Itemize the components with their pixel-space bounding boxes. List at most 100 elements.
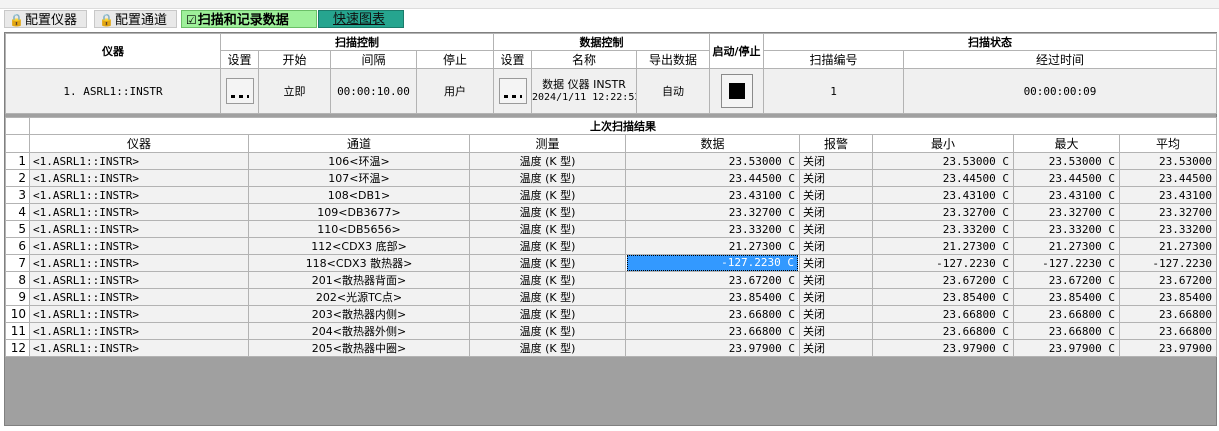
avg-cell[interactable]: 23.85400	[1119, 288, 1217, 306]
measurement-cell[interactable]: 温度 (K 型)	[469, 254, 626, 272]
data-cell[interactable]: 23.85400 C	[625, 288, 800, 306]
table-row[interactable]: 7 <1.ASRL1::INSTR> 118<CDX3 散热器> 温度 (K 型) -1…	[5, 254, 1217, 272]
data-cell[interactable]: 23.32700 C	[625, 203, 800, 221]
avg-cell[interactable]: 23.53000	[1119, 152, 1217, 170]
instrument-cell[interactable]: <1.ASRL1::INSTR>	[29, 186, 249, 204]
export-value[interactable]: 自动	[636, 68, 710, 114]
avg-cell[interactable]: 23.43100	[1119, 186, 1217, 204]
avg-cell[interactable]: 23.44500	[1119, 169, 1217, 187]
min-cell[interactable]: 23.32700 C	[872, 203, 1014, 221]
instrument-cell[interactable]: <1.ASRL1::INSTR>	[29, 152, 249, 170]
stop-button[interactable]	[720, 74, 753, 108]
min-cell[interactable]: 23.66800 C	[872, 322, 1014, 340]
alarm-cell[interactable]: 关闭	[799, 339, 873, 357]
row-number[interactable]: 8	[5, 271, 30, 289]
data-cell[interactable]: 23.43100 C	[625, 186, 800, 204]
instrument-cell[interactable]: <1.ASRL1::INSTR>	[29, 339, 249, 357]
max-cell[interactable]: 23.43100 C	[1013, 186, 1120, 204]
measurement-cell[interactable]: 温度 (K 型)	[469, 203, 626, 221]
measurement-cell[interactable]: 温度 (K 型)	[469, 322, 626, 340]
alarm-cell[interactable]: 关闭	[799, 220, 873, 238]
max-cell[interactable]: 23.32700 C	[1013, 203, 1120, 221]
instrument-cell[interactable]: <1.ASRL1::INSTR>	[29, 237, 249, 255]
data-cell[interactable]: 23.67200 C	[625, 271, 800, 289]
col-avg[interactable]: 平均	[1119, 134, 1217, 153]
alarm-cell[interactable]: 关闭	[799, 305, 873, 323]
tab-quick-chart[interactable]: 快速图表	[318, 10, 404, 28]
table-row[interactable]: 10 <1.ASRL1::INSTR> 203<散热器内侧> 温度 (K 型) 23.6…	[5, 305, 1217, 323]
alarm-cell[interactable]: 关闭	[799, 271, 873, 289]
data-cell[interactable]: 23.33200 C	[625, 220, 800, 238]
instrument-cell[interactable]: <1.ASRL1::INSTR>	[29, 271, 249, 289]
min-cell[interactable]: 23.43100 C	[872, 186, 1014, 204]
avg-cell[interactable]: 23.66800	[1119, 305, 1217, 323]
channel-cell[interactable]: 202<光源TC点>	[248, 288, 470, 306]
avg-cell[interactable]: 23.97900	[1119, 339, 1217, 357]
table-row[interactable]: 1 <1.ASRL1::INSTR> 106<环温> 温度 (K 型) 23.53000…	[5, 152, 1217, 170]
col-measurement[interactable]: 测量	[469, 134, 626, 153]
min-cell[interactable]: 21.27300 C	[872, 237, 1014, 255]
instrument-cell[interactable]: <1.ASRL1::INSTR>	[29, 254, 249, 272]
instrument-cell[interactable]: <1.ASRL1::INSTR>	[29, 203, 249, 221]
row-number[interactable]: 11	[5, 322, 30, 340]
instrument-cell[interactable]: <1.ASRL1::INSTR>	[29, 288, 249, 306]
data-cell[interactable]: 23.44500 C	[625, 169, 800, 187]
data-cell[interactable]: 23.97900 C	[625, 339, 800, 357]
table-row[interactable]: 9 <1.ASRL1::INSTR> 202<光源TC点> 温度 (K 型) 23.85…	[5, 288, 1217, 306]
row-number[interactable]: 4	[5, 203, 30, 221]
data-cell[interactable]: 23.53000 C	[625, 152, 800, 170]
channel-cell[interactable]: 106<环温>	[248, 152, 470, 170]
max-cell[interactable]: -127.2230 C	[1013, 254, 1120, 272]
table-row[interactable]: 11 <1.ASRL1::INSTR> 204<散热器外侧> 温度 (K 型) 23.6…	[5, 322, 1217, 340]
measurement-cell[interactable]: 温度 (K 型)	[469, 288, 626, 306]
tab-configure-instrument[interactable]: 🔒配置仪器	[4, 10, 87, 28]
table-row[interactable]: 12 <1.ASRL1::INSTR> 205<散热器中圈> 温度 (K 型) 23.9…	[5, 339, 1217, 357]
scan-setup-button[interactable]	[225, 78, 254, 104]
min-cell[interactable]: 23.67200 C	[872, 271, 1014, 289]
row-number[interactable]: 9	[5, 288, 30, 306]
channel-cell[interactable]: 205<散热器中圈>	[248, 339, 470, 357]
row-number[interactable]: 7	[5, 254, 30, 272]
data-setup-button[interactable]	[498, 78, 527, 104]
row-number[interactable]: 10	[5, 305, 30, 323]
start-value[interactable]: 立即	[258, 68, 331, 114]
channel-cell[interactable]: 203<散热器内侧>	[248, 305, 470, 323]
table-row[interactable]: 4 <1.ASRL1::INSTR> 109<DB3677> 温度 (K 型) 23.3…	[5, 203, 1217, 221]
selected-data-value[interactable]: -127.2230 C	[627, 255, 798, 271]
measurement-cell[interactable]: 温度 (K 型)	[469, 339, 626, 357]
col-alarm[interactable]: 报警	[799, 134, 873, 153]
alarm-cell[interactable]: 关闭	[799, 203, 873, 221]
measurement-cell[interactable]: 温度 (K 型)	[469, 237, 626, 255]
alarm-cell[interactable]: 关闭	[799, 237, 873, 255]
max-cell[interactable]: 23.33200 C	[1013, 220, 1120, 238]
instrument-cell[interactable]: <1.ASRL1::INSTR>	[29, 305, 249, 323]
max-cell[interactable]: 23.44500 C	[1013, 169, 1120, 187]
max-cell[interactable]: 23.66800 C	[1013, 322, 1120, 340]
min-cell[interactable]: 23.85400 C	[872, 288, 1014, 306]
max-cell[interactable]: 23.67200 C	[1013, 271, 1120, 289]
alarm-cell[interactable]: 关闭	[799, 169, 873, 187]
col-data[interactable]: 数据	[625, 134, 800, 153]
interval-value[interactable]: 00:00:10.00	[330, 68, 417, 114]
table-row[interactable]: 8 <1.ASRL1::INSTR> 201<散热器背面> 温度 (K 型) 23.67…	[5, 271, 1217, 289]
avg-cell[interactable]: -127.2230	[1119, 254, 1217, 272]
col-instrument[interactable]: 仪器	[29, 134, 249, 153]
channel-cell[interactable]: 118<CDX3 散热器>	[248, 254, 470, 272]
row-number[interactable]: 3	[5, 186, 30, 204]
min-cell[interactable]: 23.53000 C	[872, 152, 1014, 170]
channel-cell[interactable]: 112<CDX3 底部>	[248, 237, 470, 255]
row-number[interactable]: 12	[5, 339, 30, 357]
row-number[interactable]: 2	[5, 169, 30, 187]
channel-cell[interactable]: 107<环温>	[248, 169, 470, 187]
stop-value[interactable]: 用户	[416, 68, 494, 114]
measurement-cell[interactable]: 温度 (K 型)	[469, 152, 626, 170]
measurement-cell[interactable]: 温度 (K 型)	[469, 220, 626, 238]
table-row[interactable]: 6 <1.ASRL1::INSTR> 112<CDX3 底部> 温度 (K 型) 21.…	[5, 237, 1217, 255]
alarm-cell[interactable]: 关闭	[799, 186, 873, 204]
data-cell[interactable]: 23.66800 C	[625, 305, 800, 323]
row-number[interactable]: 5	[5, 220, 30, 238]
avg-cell[interactable]: 21.27300	[1119, 237, 1217, 255]
table-row[interactable]: 3 <1.ASRL1::INSTR> 108<DB1> 温度 (K 型) 23.4310…	[5, 186, 1217, 204]
alarm-cell[interactable]: 关闭	[799, 322, 873, 340]
avg-cell[interactable]: 23.67200	[1119, 271, 1217, 289]
